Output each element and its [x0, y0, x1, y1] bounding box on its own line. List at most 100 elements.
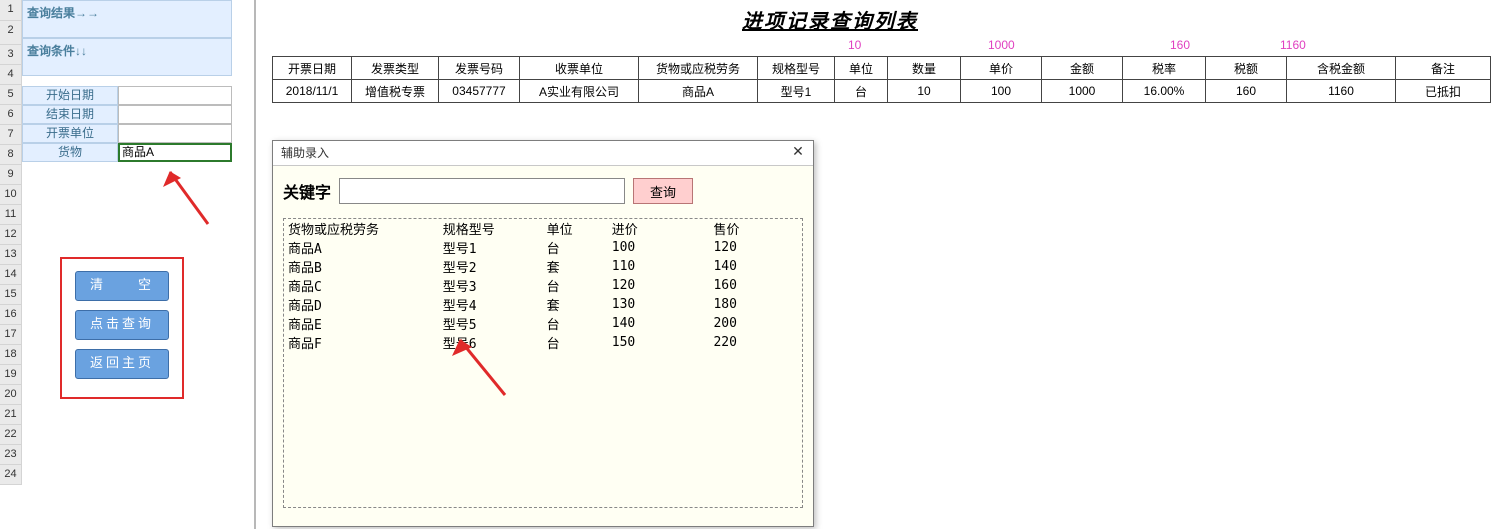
- start-date-label: 开始日期: [22, 86, 118, 105]
- table-cell: 增值税专票: [352, 80, 439, 103]
- table-header: 金额: [1042, 57, 1123, 80]
- summary-qty: 10: [848, 38, 861, 52]
- list-header-cell: 售价: [709, 219, 802, 238]
- pane-divider: [254, 0, 256, 529]
- summary-tax: 160: [1170, 38, 1190, 52]
- table-header: 发票类型: [352, 57, 439, 80]
- goods-row: 货物 商品A: [22, 143, 232, 162]
- end-date-input[interactable]: [118, 105, 232, 124]
- table-header: 备注: [1396, 57, 1491, 80]
- list-cell: 220: [709, 333, 802, 352]
- table-cell: 16.00%: [1123, 80, 1206, 103]
- list-item[interactable]: 商品E型号5台140200: [284, 314, 802, 333]
- row-header: 10: [0, 185, 22, 205]
- table-row[interactable]: 2018/11/1增值税专票03457777A实业有限公司商品A型号1台1010…: [273, 80, 1491, 103]
- goods-label: 货物: [22, 143, 118, 162]
- table-header: 税额: [1206, 57, 1287, 80]
- table-header: 货物或应税劳务: [639, 57, 758, 80]
- list-header-cell: 规格型号: [439, 219, 543, 238]
- row-header: 8: [0, 145, 22, 165]
- issuer-row: 开票单位: [22, 124, 232, 143]
- list-cell: 商品A: [284, 238, 439, 257]
- dialog-list[interactable]: 货物或应税劳务规格型号单位进价售价商品A型号1台100120商品B型号2套110…: [283, 218, 803, 508]
- table-cell: 100: [961, 80, 1042, 103]
- table-cell: 台: [835, 80, 888, 103]
- row-header: 23: [0, 445, 22, 465]
- row-header: 13: [0, 245, 22, 265]
- goods-input[interactable]: 商品A: [118, 143, 232, 162]
- clear-button[interactable]: 清 空: [75, 271, 169, 301]
- table-header: 发票号码: [439, 57, 520, 80]
- row-header: 24: [0, 465, 22, 485]
- list-cell: 商品C: [284, 276, 439, 295]
- dialog-title: 辅助录入: [281, 146, 329, 160]
- list-cell: 台: [543, 314, 608, 333]
- list-cell: 商品F: [284, 333, 439, 352]
- list-cell: 商品B: [284, 257, 439, 276]
- row-header: 19: [0, 365, 22, 385]
- row-header: 22: [0, 425, 22, 445]
- list-cell: 台: [543, 238, 608, 257]
- list-item[interactable]: 商品F型号6台150220: [284, 333, 802, 352]
- row-header: 4: [0, 65, 22, 85]
- dialog-query-button[interactable]: 查询: [633, 178, 693, 204]
- list-cell: 150: [608, 333, 710, 352]
- list-cell: 商品D: [284, 295, 439, 314]
- table-cell: 1000: [1042, 80, 1123, 103]
- end-date-label: 结束日期: [22, 105, 118, 124]
- row-header: 3: [0, 45, 22, 65]
- keyword-input[interactable]: [339, 178, 625, 204]
- row-header: 2: [0, 21, 22, 45]
- query-condition-link[interactable]: 查询条件↓↓: [22, 38, 232, 76]
- list-cell: 型号4: [439, 295, 543, 314]
- list-item[interactable]: 商品D型号4套130180: [284, 295, 802, 314]
- row-header: 20: [0, 385, 22, 405]
- close-icon[interactable]: ✕: [789, 143, 807, 161]
- list-cell: 200: [709, 314, 802, 333]
- button-block: 清 空 点击查询 返回主页: [60, 257, 184, 399]
- arrow-icon: [445, 330, 525, 410]
- table-cell: 10: [888, 80, 961, 103]
- table-cell: 1160: [1287, 80, 1396, 103]
- list-cell: 套: [543, 295, 608, 314]
- row-header: 9: [0, 165, 22, 185]
- list-cell: 型号2: [439, 257, 543, 276]
- dialog-titlebar[interactable]: 辅助录入 ✕: [273, 141, 813, 166]
- table-header: 收票单位: [520, 57, 639, 80]
- result-table: 开票日期发票类型发票号码收票单位货物或应税劳务规格型号单位数量单价金额税率税额含…: [272, 56, 1491, 103]
- list-item[interactable]: 商品A型号1台100120: [284, 238, 802, 257]
- back-button[interactable]: 返回主页: [75, 349, 169, 379]
- left-pane: 查询结果→→ 查询条件↓↓ 开始日期 结束日期 开票单位 货物 商品A 清 空 …: [22, 0, 232, 162]
- list-item[interactable]: 商品C型号3台120160: [284, 276, 802, 295]
- issuer-input[interactable]: [118, 124, 232, 143]
- table-header: 含税金额: [1287, 57, 1396, 80]
- summary-tax-incl: 1160: [1280, 38, 1306, 52]
- table-cell: 已抵扣: [1396, 80, 1491, 103]
- row-header: 16: [0, 305, 22, 325]
- list-header-cell: 货物或应税劳务: [284, 219, 439, 238]
- end-date-row: 结束日期: [22, 105, 232, 124]
- row-header: 6: [0, 105, 22, 125]
- summary-amount: 1000: [988, 38, 1015, 52]
- table-header: 单价: [961, 57, 1042, 80]
- list-item[interactable]: 商品B型号2套110140: [284, 257, 802, 276]
- table-cell: 商品A: [639, 80, 758, 103]
- query-button[interactable]: 点击查询: [75, 310, 169, 340]
- list-cell: 型号3: [439, 276, 543, 295]
- list-cell: 台: [543, 276, 608, 295]
- table-cell: 160: [1206, 80, 1287, 103]
- list-cell: 100: [608, 238, 710, 257]
- start-date-input[interactable]: [118, 86, 232, 105]
- row-header: 11: [0, 205, 22, 225]
- table-cell: A实业有限公司: [520, 80, 639, 103]
- list-cell: 商品E: [284, 314, 439, 333]
- list-cell: 120: [709, 238, 802, 257]
- keyword-label: 关键字: [283, 179, 331, 203]
- query-result-link[interactable]: 查询结果→→: [22, 0, 232, 38]
- list-header-cell: 单位: [543, 219, 608, 238]
- list-cell: 型号1: [439, 238, 543, 257]
- start-date-row: 开始日期: [22, 86, 232, 105]
- list-cell: 120: [608, 276, 710, 295]
- list-cell: 套: [543, 257, 608, 276]
- table-cell: 型号1: [758, 80, 835, 103]
